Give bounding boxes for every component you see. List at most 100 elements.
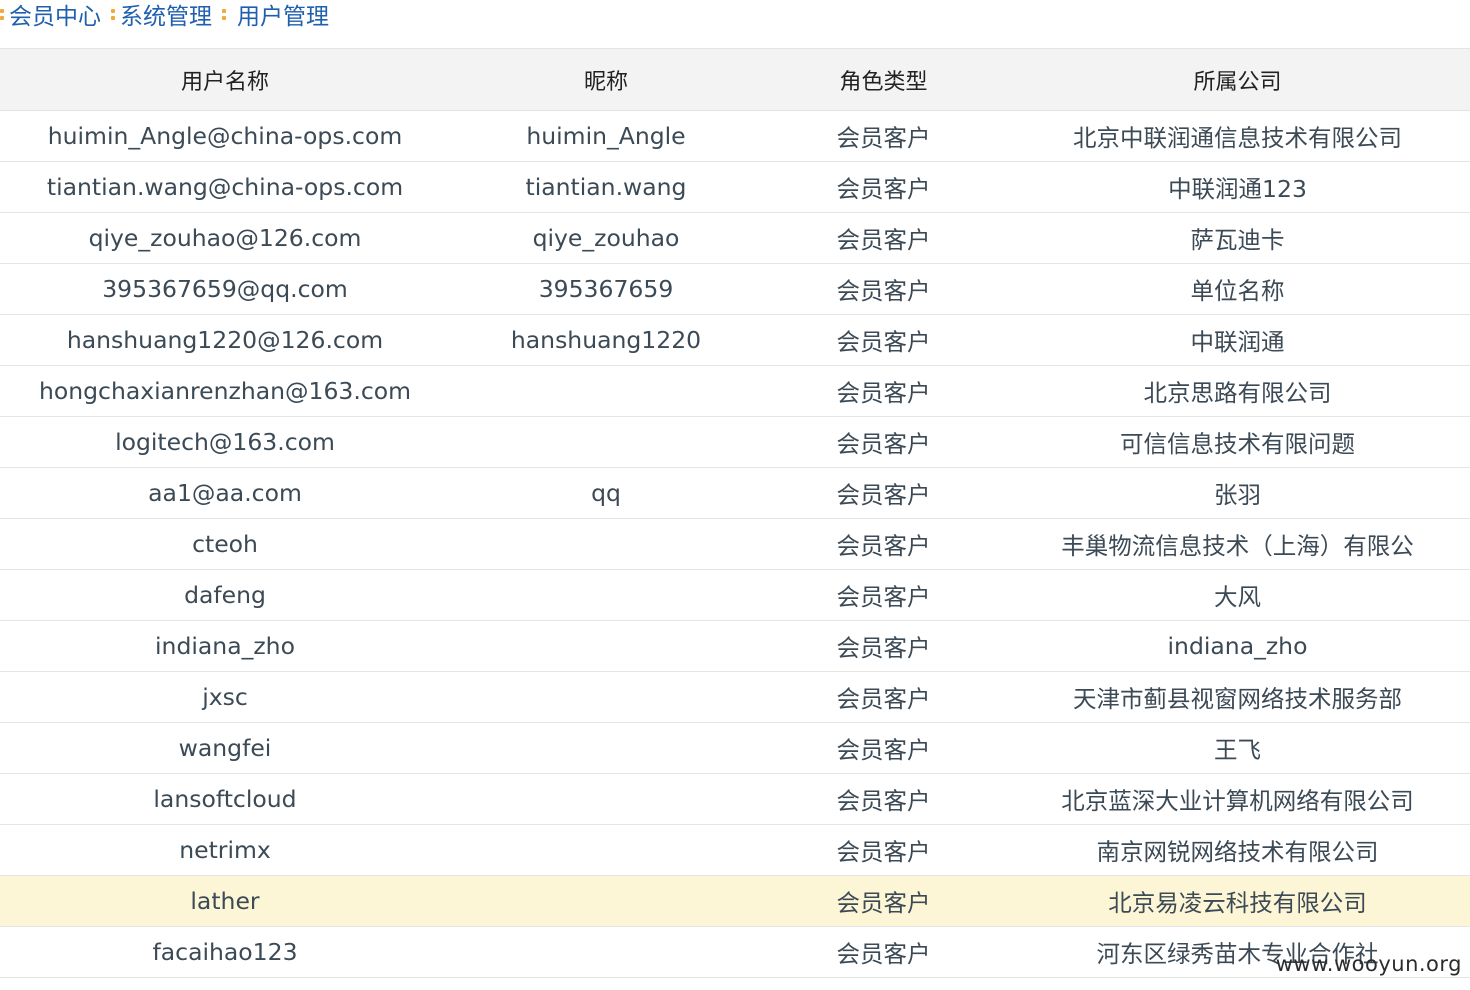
breadcrumb-item-member-center[interactable]: 会员中心 bbox=[0, 0, 101, 31]
cell-role: 会员客户 bbox=[836, 889, 931, 917]
table-row[interactable]: qiye_zouhao@126.com qiye_zouhao 会员客户 萨瓦迪卡 bbox=[0, 213, 1470, 264]
table-row[interactable]: logitech@163.com 会员客户 可信信息技术有限问题 bbox=[0, 417, 1470, 468]
cell-company: 王飞 bbox=[1005, 723, 1470, 774]
cell-username: 395367659@qq.com bbox=[102, 275, 348, 303]
table-row[interactable]: 395367659@qq.com 395367659 会员客户 单位名称 bbox=[0, 264, 1470, 315]
column-header-username[interactable]: 用户名称 bbox=[0, 49, 450, 111]
cell-role: 会员客户 bbox=[836, 481, 931, 509]
user-table: 用户名称 昵称 角色类型 所属公司 huimin_Angle@china-ops… bbox=[0, 48, 1470, 978]
cell-role: 会员客户 bbox=[836, 532, 931, 560]
table-row[interactable]: hanshuang1220@126.com hanshuang1220 会员客户 中联… bbox=[0, 315, 1470, 366]
cell-nickname: qq bbox=[591, 479, 621, 507]
breadcrumb-label[interactable]: 用户管理 bbox=[237, 0, 329, 31]
cell-nickname bbox=[450, 672, 762, 723]
column-header-role[interactable]: 角色类型 bbox=[762, 49, 1005, 111]
cell-username: lather bbox=[190, 887, 260, 915]
cell-username: netrimx bbox=[179, 836, 271, 864]
cell-company: 萨瓦迪卡 bbox=[1005, 213, 1470, 264]
table-row[interactable]: lansoftcloud 会员客户 北京蓝深大业计算机网络有限公司 bbox=[0, 774, 1470, 825]
cell-company: 南京网锐网络技术有限公司 bbox=[1005, 825, 1470, 876]
cell-company: 北京思路有限公司 bbox=[1005, 366, 1470, 417]
cell-nickname bbox=[450, 825, 762, 876]
company-text: 单位名称 bbox=[1190, 277, 1285, 305]
company-text: 萨瓦迪卡 bbox=[1190, 226, 1285, 254]
cell-nickname bbox=[450, 519, 762, 570]
cell-nickname: 395367659 bbox=[538, 275, 674, 303]
cell-username: indiana_zho bbox=[155, 632, 295, 660]
table-row[interactable]: facaihao123 会员客户 河东区绿秀苗木专业合作社 bbox=[0, 927, 1470, 978]
cell-company: 丰巢物流信息技术（上海）有限公 bbox=[1005, 519, 1470, 570]
breadcrumb-label[interactable]: 系统管理 bbox=[120, 0, 212, 31]
breadcrumb-separator-icon bbox=[0, 3, 6, 25]
company-text: 大风 bbox=[1214, 583, 1261, 611]
table-row[interactable]: huimin_Angle@china-ops.com huimin_Angle 会员… bbox=[0, 111, 1470, 162]
company-text: 北京中联润通信息技术有限公司 bbox=[1073, 124, 1402, 152]
breadcrumb-separator-icon bbox=[222, 3, 228, 25]
cell-company: 北京中联润通信息技术有限公司 bbox=[1005, 111, 1470, 162]
cell-company: 中联润通 bbox=[1005, 315, 1470, 366]
cell-role: 会员客户 bbox=[836, 277, 931, 305]
company-text: 北京思路有限公司 bbox=[1143, 379, 1332, 407]
cell-username: hanshuang1220@126.com bbox=[66, 326, 384, 354]
cell-role: 会员客户 bbox=[836, 838, 931, 866]
table-header-row: 用户名称 昵称 角色类型 所属公司 bbox=[0, 48, 1470, 111]
cell-company: 张羽 bbox=[1005, 468, 1470, 519]
cell-role: 会员客户 bbox=[836, 634, 931, 662]
cell-nickname: hanshuang1220 bbox=[510, 326, 702, 354]
cell-username: lansoftcloud bbox=[153, 785, 297, 813]
cell-username: huimin_Angle@china-ops.com bbox=[47, 122, 403, 150]
table-body: huimin_Angle@china-ops.com huimin_Angle 会员… bbox=[0, 111, 1470, 978]
cell-username: logitech@163.com bbox=[115, 428, 335, 456]
table-row[interactable]: hongchaxianrenzhan@163.com 会员客户 北京思路有限公司 bbox=[0, 366, 1470, 417]
column-header-nickname[interactable]: 昵称 bbox=[450, 49, 762, 111]
cell-username: wangfei bbox=[178, 734, 272, 762]
table-row[interactable]: jxsc 会员客户 天津市蓟县视窗网络技术服务部 bbox=[0, 672, 1470, 723]
company-text: 王飞 bbox=[1214, 736, 1261, 764]
cell-company: 单位名称 bbox=[1005, 264, 1470, 315]
cell-role: 会员客户 bbox=[836, 175, 931, 203]
breadcrumb: 会员中心 系统管理 用户管理 bbox=[0, 0, 329, 31]
company-text: 可信信息技术有限问题 bbox=[1120, 430, 1355, 458]
cell-company: indiana_zho bbox=[1005, 621, 1470, 672]
cell-username: jxsc bbox=[202, 683, 248, 711]
cell-role: 会员客户 bbox=[836, 328, 931, 356]
cell-nickname bbox=[450, 417, 762, 468]
company-text: 南京网锐网络技术有限公司 bbox=[1096, 838, 1379, 866]
table-row[interactable]: lather 会员客户 北京易凌云科技有限公司 bbox=[0, 875, 1470, 927]
table-row[interactable]: netrimx 会员客户 南京网锐网络技术有限公司 bbox=[0, 825, 1470, 876]
table-row[interactable]: wangfei 会员客户 王飞 bbox=[0, 723, 1470, 774]
cell-company: 北京蓝深大业计算机网络有限公司 bbox=[1005, 774, 1470, 825]
cell-username: tiantian.wang@china-ops.com bbox=[46, 173, 404, 201]
company-text: 丰巢物流信息技术（上海）有限公 bbox=[1061, 532, 1414, 560]
cell-username: qiye_zouhao@126.com bbox=[88, 224, 362, 252]
cell-username: dafeng bbox=[184, 581, 266, 609]
table-row[interactable]: aa1@aa.com qq 会员客户 张羽 bbox=[0, 468, 1470, 519]
cell-nickname bbox=[450, 621, 762, 672]
company-text: 中联润通 bbox=[1190, 328, 1285, 356]
breadcrumb-item-user-management[interactable]: 用户管理 bbox=[222, 0, 329, 31]
company-text: 北京蓝深大业计算机网络有限公司 bbox=[1061, 787, 1414, 815]
cell-role: 会员客户 bbox=[836, 124, 931, 152]
column-header-company[interactable]: 所属公司 bbox=[1005, 49, 1470, 111]
cell-role: 会员客户 bbox=[836, 583, 931, 611]
cell-nickname bbox=[450, 723, 762, 774]
table-row[interactable]: indiana_zho 会员客户 indiana_zho bbox=[0, 621, 1470, 672]
table-row[interactable]: tiantian.wang@china-ops.com tiantian.wang… bbox=[0, 162, 1470, 213]
breadcrumb-separator-icon bbox=[111, 3, 117, 25]
cell-nickname bbox=[450, 366, 762, 417]
company-text: 天津市蓟县视窗网络技术服务部 bbox=[1073, 685, 1402, 713]
cell-role: 会员客户 bbox=[836, 379, 931, 407]
table-row[interactable]: cteoh 会员客户 丰巢物流信息技术（上海）有限公 bbox=[0, 519, 1470, 570]
breadcrumb-item-system-management[interactable]: 系统管理 bbox=[111, 0, 212, 31]
company-text: 中联润通123 bbox=[1168, 175, 1307, 203]
company-text: 张羽 bbox=[1214, 481, 1261, 509]
company-text: 北京易凌云科技有限公司 bbox=[1108, 889, 1367, 917]
cell-nickname bbox=[450, 927, 762, 978]
cell-company: 北京易凌云科技有限公司 bbox=[1005, 876, 1470, 927]
table-row[interactable]: dafeng 会员客户 大风 bbox=[0, 570, 1470, 621]
cell-company: 天津市蓟县视窗网络技术服务部 bbox=[1005, 672, 1470, 723]
breadcrumb-label[interactable]: 会员中心 bbox=[9, 0, 101, 31]
cell-role: 会员客户 bbox=[836, 226, 931, 254]
cell-role: 会员客户 bbox=[836, 940, 931, 968]
user-management-page: 会员中心 系统管理 用户管理 用户名称 昵称 角色类型 所属公司 huimin_… bbox=[0, 0, 1470, 990]
